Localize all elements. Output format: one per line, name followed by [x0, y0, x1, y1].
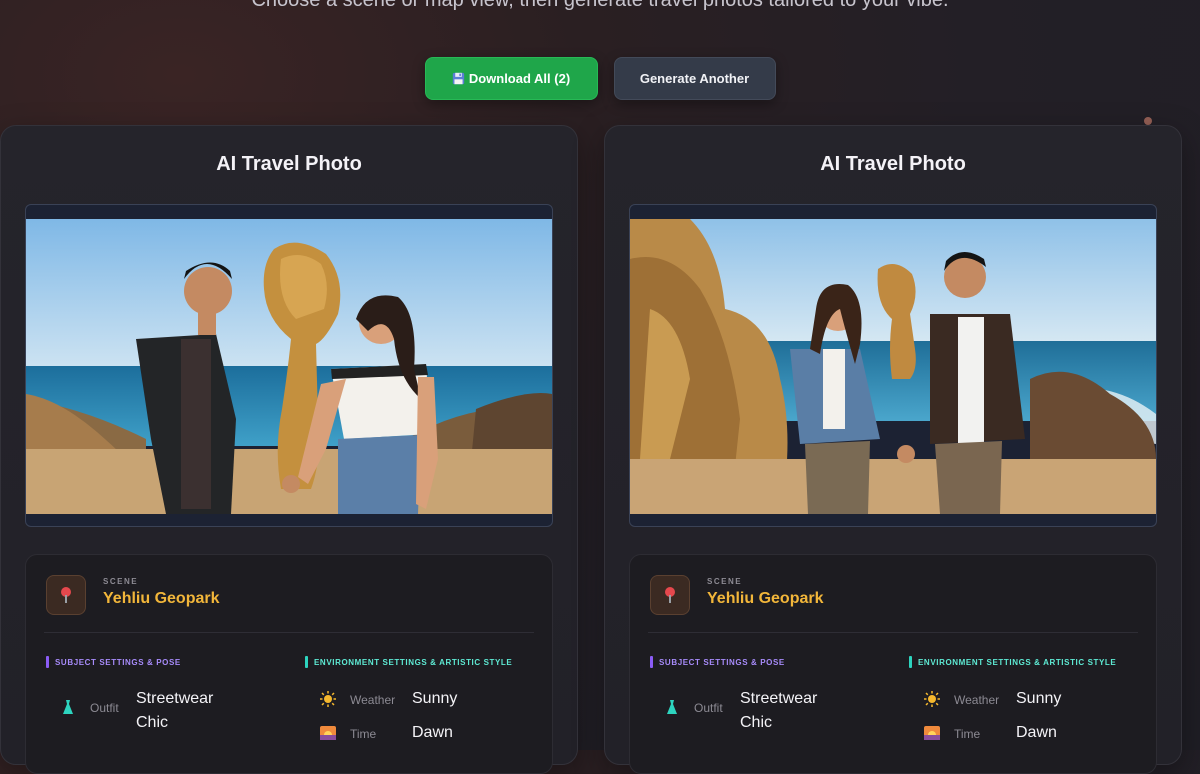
scene-value: Yehliu Geopark	[103, 590, 220, 607]
dress-icon	[667, 700, 677, 714]
page-subtitle: Choose a scene or map view, then generat…	[251, 0, 949, 11]
subject-settings-heading: SUBJECT SETTINGS & POSE	[46, 656, 181, 668]
photo-card-1: AI Travel Photo SCENE Yehliu Geopark SUB…	[0, 125, 578, 774]
weather-row: Weather Sunny	[320, 687, 457, 711]
scene-value: Yehliu Geopark	[707, 590, 824, 607]
environment-settings-heading: ENVIRONMENT SETTINGS & ARTISTIC STYLE	[909, 656, 1116, 668]
floppy-disk-icon	[452, 72, 464, 85]
sunrise-icon	[924, 726, 940, 740]
time-row: Time Dawn	[320, 721, 453, 745]
photo-details-panel: SCENE Yehliu Geopark SUBJECT SETTINGS & …	[629, 554, 1157, 774]
outfit-value-line-2: Chic	[740, 714, 773, 731]
travel-photo-image	[630, 219, 1156, 514]
sunrise-icon	[320, 726, 336, 740]
weather-value: Sunny	[412, 690, 458, 707]
time-key: Time	[954, 727, 981, 741]
outfit-value-line-1: Streetwear	[136, 690, 214, 707]
card-title: AI Travel Photo	[820, 153, 966, 175]
weather-key: Weather	[350, 693, 396, 707]
environment-settings-heading: ENVIRONMENT SETTINGS & ARTISTIC STYLE	[305, 656, 512, 668]
dress-icon	[63, 700, 73, 714]
weather-value: Sunny	[1016, 690, 1062, 707]
generate-another-label: Generate Another	[639, 71, 750, 86]
divider	[648, 632, 1138, 633]
weather-row: Weather Sunny	[924, 687, 1061, 711]
outfit-value-line-2: Chic	[136, 714, 169, 731]
outfit-key: Outfit	[694, 701, 723, 715]
map-pin-icon	[665, 587, 675, 603]
time-row: Time Dawn	[924, 721, 1057, 745]
time-key: Time	[350, 727, 377, 741]
outfit-value-line-1: Streetwear	[740, 690, 818, 707]
action-bar: Download All (2) Generate Another	[0, 57, 1200, 100]
travel-photo-2[interactable]	[629, 204, 1157, 527]
scene-pin-box	[650, 575, 690, 615]
outfit-row: Outfit Streetwear Chic	[664, 687, 817, 735]
download-all-button[interactable]: Download All (2)	[424, 57, 598, 100]
background-speck	[1144, 117, 1152, 125]
weather-key: Weather	[954, 693, 1000, 707]
subject-settings-heading: SUBJECT SETTINGS & POSE	[650, 656, 785, 668]
travel-photo-1[interactable]	[25, 204, 553, 527]
scene-pin-box	[46, 575, 86, 615]
download-all-label: Download All (2)	[468, 71, 571, 86]
photo-details-panel: SCENE Yehliu Geopark SUBJECT SETTINGS & …	[25, 554, 553, 774]
scene-label: SCENE	[103, 577, 139, 586]
map-pin-icon	[61, 587, 71, 603]
scene-label: SCENE	[707, 577, 743, 586]
generate-another-button[interactable]: Generate Another	[613, 57, 776, 100]
photo-card-2: AI Travel Photo SCENE Yehliu Geopark SUB…	[604, 125, 1182, 774]
travel-photo-image	[26, 219, 552, 514]
divider	[44, 632, 534, 633]
time-value: Dawn	[1016, 724, 1057, 741]
time-value: Dawn	[412, 724, 453, 741]
outfit-key: Outfit	[90, 701, 119, 715]
sun-icon	[924, 691, 940, 707]
card-title: AI Travel Photo	[216, 153, 362, 175]
outfit-row: Outfit Streetwear Chic	[60, 687, 213, 735]
sun-icon	[320, 691, 336, 707]
